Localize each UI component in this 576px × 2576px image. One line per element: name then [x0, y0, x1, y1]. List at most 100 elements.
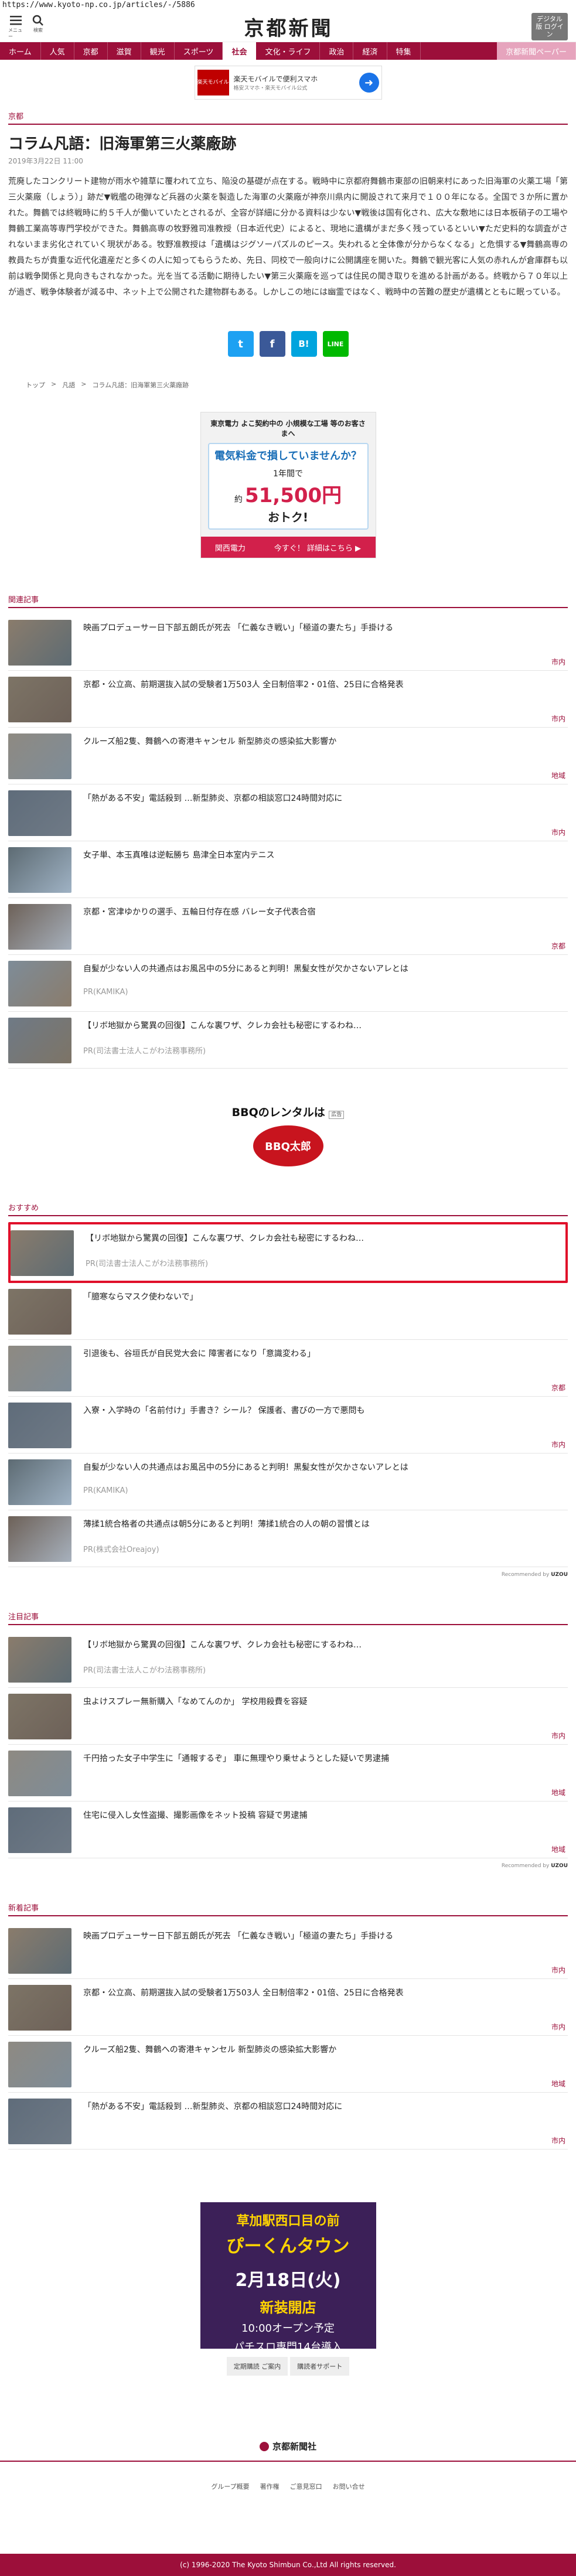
- article-title-link[interactable]: クルーズ船2隻、舞鶴への寄港キャンセル 新型肺炎の感染拡大影響か: [83, 2042, 336, 2056]
- category-tag[interactable]: 地域: [551, 770, 565, 780]
- article-title-link[interactable]: 「臆寒ならマスク使わないで」: [83, 1289, 198, 1303]
- nav-item[interactable]: ホーム: [0, 42, 41, 60]
- article-title-link[interactable]: 映画プロデューサー日下部五朗氏が死去 「仁義なき戦い」「極道の妻たち」手掛ける: [83, 1928, 393, 1942]
- article-title-link[interactable]: 京都・公立高、前期選抜入試の受験者1万503人 全日制倍率2・01倍、25日に合…: [83, 1985, 404, 1999]
- article-row[interactable]: 虫よけスプレー無新購入「なめてんのか」 学校用殺費を容疑市内: [8, 1688, 568, 1745]
- top-banner-ad[interactable]: 楽天モバイル 楽天モバイルで便利スマホ 格安スマホ・楽天モバイル公式 ➜: [194, 66, 382, 100]
- category-tag[interactable]: 市内: [551, 1439, 565, 1449]
- article-title-link[interactable]: 京都・公立高、前期選抜入試の受験者1万503人 全日制倍率2・01倍、25日に合…: [83, 677, 404, 691]
- nav-item[interactable]: 特集: [387, 42, 421, 60]
- digital-login-button[interactable]: デジタル版 ログイン: [531, 13, 568, 40]
- nav-item[interactable]: 経済: [353, 42, 387, 60]
- article-title-link[interactable]: 自髪が少ない人の共通点はお風呂中の5分にあると判明！黒髪女性が欠かさないアレとは: [83, 1459, 408, 1473]
- breadcrumb-item[interactable]: 凡語: [62, 380, 75, 390]
- category-tag[interactable]: 市内: [551, 1731, 565, 1741]
- article-row[interactable]: 【リボ地獄から驚異の回復】こんな裏ワザ、クレカ会社も秘密にするわね… PR(司法書…: [8, 1012, 568, 1069]
- article-row[interactable]: 「臆寒ならマスク使わないで」: [8, 1283, 568, 1340]
- menu-button[interactable]: メニュー: [8, 14, 23, 40]
- article-title-link[interactable]: クルーズ船2隻、舞鶴への寄港キャンセル 新型肺炎の感染拡大影響か: [83, 733, 336, 748]
- nav-item[interactable]: スポーツ: [175, 42, 223, 60]
- category-tag[interactable]: 市内: [551, 1965, 565, 1975]
- article-thumbnail: [8, 1018, 71, 1063]
- mid-display-ad[interactable]: 東京電力 よこ契約中の 小規模な工場 等のお客さまへ 電気料金で損していませんか…: [200, 412, 376, 558]
- article-row[interactable]: 入寮・入学時の「名前付け」手書き？シール？ 保護者、書びの一方で悪問も市内: [8, 1397, 568, 1454]
- article-title-link[interactable]: 女子単、本玉真唯は逆転勝ち 島津全日本室内テニス: [83, 847, 274, 861]
- nav-item[interactable]: 京都: [74, 42, 108, 60]
- article-title-link[interactable]: 【リボ地獄から驚異の回復】こんな裏ワザ、クレカ会社も秘密にするわね…: [86, 1230, 364, 1244]
- article-title-link[interactable]: 引退後も、谷垣氏が自民党大会に 障害者になり「意識変わる」: [83, 1346, 315, 1360]
- category-tag[interactable]: 地域: [551, 2079, 565, 2089]
- category-tag[interactable]: 市内: [551, 827, 565, 837]
- article-row[interactable]: 住宅に侵入し女性盗撮、撮影画像をネット投稿 容疑で男逮捕地域: [8, 1802, 568, 1858]
- pachinko-ad-line-2: ぴーくんタウン: [226, 2236, 350, 2257]
- facebook-share-button[interactable]: f: [259, 331, 285, 357]
- article-title-link[interactable]: 【リボ地獄から驚異の回復】こんな裏ワザ、クレカ会社も秘密にするわね…: [83, 1637, 362, 1651]
- article-row[interactable]: 京都・宮津ゆかりの選手、五輪日付存在感 バレー女子代表合宿京都: [8, 898, 568, 955]
- hatena-share-button[interactable]: B!: [291, 331, 317, 357]
- article-title-link[interactable]: 映画プロデューサー日下部五朗氏が死去 「仁義なき戦い」「極道の妻たち」手掛ける: [83, 620, 393, 634]
- footer-nav-link[interactable]: 著作権: [260, 2482, 280, 2491]
- article-row[interactable]: 【リボ地獄から驚異の回復】こんな裏ワザ、クレカ会社も秘密にするわね… PR(司法書…: [8, 1222, 568, 1283]
- category-tag[interactable]: 市内: [551, 657, 565, 667]
- article-row[interactable]: 女子単、本玉真唯は逆転勝ち 島津全日本室内テニス: [8, 841, 568, 898]
- subscription-link[interactable]: 定期購読 ご案内: [226, 2357, 288, 2376]
- mid-ad-cta[interactable]: 今すぐ！ 詳細はこちら ▶: [274, 542, 361, 553]
- article-row[interactable]: 【リボ地獄から驚異の回復】こんな裏ワザ、クレカ会社も秘密にするわね… PR(司法書…: [8, 1631, 568, 1688]
- article-title-link[interactable]: 千円拾った女子中学生に「通報するぞ」 車に無理やり乗せようとした疑いで男逮捕: [83, 1751, 389, 1765]
- category-tag[interactable]: 市内: [551, 2135, 565, 2145]
- nav-item[interactable]: 文化・ライフ: [256, 42, 321, 60]
- category-tag[interactable]: 地域: [551, 1844, 565, 1854]
- article-row[interactable]: 映画プロデューサー日下部五朗氏が死去 「仁義なき戦い」「極道の妻たち」手掛ける市…: [8, 614, 568, 671]
- article-row[interactable]: 薄揉1統合格者の共通点は朝5分にあると判明！薄揉1統合の人の朝の習慣とは PR(株…: [8, 1510, 568, 1567]
- section-label[interactable]: 京都: [8, 108, 568, 121]
- article-title-link[interactable]: 虫よけスプレー無新購入「なめてんのか」 学校用殺費を容疑: [83, 1694, 307, 1708]
- article-row[interactable]: 京都・公立高、前期選抜入試の受験者1万503人 全日制倍率2・01倍、25日に合…: [8, 671, 568, 728]
- line-share-button[interactable]: LINE: [322, 331, 349, 357]
- site-logo[interactable]: 京都新聞: [244, 12, 333, 41]
- article-title-link[interactable]: 京都・宮津ゆかりの選手、五輪日付存在感 バレー女子代表合宿: [83, 904, 315, 918]
- arrow-right-icon[interactable]: ➜: [359, 73, 379, 93]
- support-link[interactable]: 購読者サポート: [290, 2357, 350, 2376]
- article-row[interactable]: 引退後も、谷垣氏が自民党大会に 障害者になり「意識変わる」京都: [8, 1340, 568, 1397]
- ad-line-2: 格安スマホ・楽天モバイル公式: [233, 86, 308, 91]
- footer-nav-link[interactable]: グループ概要: [211, 2482, 249, 2491]
- article-title-link[interactable]: 薄揉1統合格者の共通点は朝5分にあると判明！薄揉1統合の人の朝の習慣とは: [83, 1516, 370, 1530]
- article-title-link[interactable]: 「熱がある不安」電話殺到 …新型肺炎、京都の相談窓口24時間対応に: [83, 2099, 342, 2113]
- nav-item[interactable]: 政治: [320, 42, 354, 60]
- breadcrumb-item[interactable]: トップ: [26, 380, 45, 390]
- article-title-link[interactable]: 入寮・入学時の「名前付け」手書き？シール？ 保護者、書びの一方で悪問も: [83, 1403, 364, 1417]
- footer-nav-link[interactable]: お問い合せ: [333, 2482, 365, 2491]
- article-title-link[interactable]: 住宅に侵入し女性盗撮、撮影画像をネット投稿 容疑で男逮捕: [83, 1807, 307, 1821]
- nav-item[interactable]: 滋賀: [108, 42, 141, 60]
- article-title-link[interactable]: 自髪が少ない人の共通点はお風呂中の5分にあると判明！黒髪女性が欠かさないアレとは: [83, 961, 408, 975]
- category-tag[interactable]: 市内: [551, 714, 565, 724]
- nav-item[interactable]: 人気: [41, 42, 74, 60]
- article-row[interactable]: 自髪が少ない人の共通点はお風呂中の5分にあると判明！黒髪女性が欠かさないアレとは…: [8, 1454, 568, 1510]
- article-title-link[interactable]: 「熱がある不安」電話殺到 …新型肺炎、京都の相談窓口24時間対応に: [83, 790, 342, 804]
- category-tag[interactable]: 地域: [551, 1787, 565, 1797]
- pachinko-ad[interactable]: 草加駅西口目の前 ぴーくんタウン 2月18日(火) 新装開店 10:00オープン…: [200, 2202, 376, 2353]
- article-thumbnail: [11, 1230, 74, 1276]
- article-row[interactable]: クルーズ船2隻、舞鶴への寄港キャンセル 新型肺炎の感染拡大影響か地域: [8, 728, 568, 784]
- nav-item[interactable]: 社会: [223, 42, 257, 60]
- url-bar[interactable]: https://www.kyoto-np.co.jp/articles/-/58…: [0, 0, 576, 12]
- twitter-share-button[interactable]: t: [227, 331, 254, 357]
- footer-nav-link[interactable]: ご意見窓口: [290, 2482, 322, 2491]
- article-row[interactable]: 映画プロデューサー日下部五朗氏が死去 「仁義なき戦い」「極道の妻たち」手掛ける市…: [8, 1922, 568, 1979]
- article-row[interactable]: 「熱がある不安」電話殺到 …新型肺炎、京都の相談窓口24時間対応に市内: [8, 2093, 568, 2149]
- category-tag[interactable]: 京都: [551, 1383, 565, 1393]
- article-row[interactable]: 千円拾った女子中学生に「通報するぞ」 車に無理やり乗せようとした疑いで男逮捕地域: [8, 1745, 568, 1802]
- article-row[interactable]: クルーズ船2隻、舞鶴への寄港キャンセル 新型肺炎の感染拡大影響か地域: [8, 2036, 568, 2093]
- nav-item[interactable]: 観光: [141, 42, 175, 60]
- article-row[interactable]: 自髪が少ない人の共通点はお風呂中の5分にあると判明！黒髪女性が欠かさないアレとは…: [8, 955, 568, 1012]
- bbq-ad[interactable]: BBQのレンタルは 広告 BBQ太郎: [230, 1104, 347, 1166]
- category-tag[interactable]: 市内: [551, 2022, 565, 2032]
- footer-logo[interactable]: 京都新聞社: [0, 2440, 576, 2452]
- article-row[interactable]: 「熱がある不安」電話殺到 …新型肺炎、京都の相談窓口24時間対応に市内: [8, 784, 568, 841]
- category-tag[interactable]: 京都: [551, 941, 565, 951]
- search-button[interactable]: 検索: [30, 14, 46, 40]
- nav-item-paper[interactable]: 京都新聞ペーパー: [497, 42, 576, 60]
- article-row[interactable]: 京都・公立高、前期選抜入試の受験者1万503人 全日制倍率2・01倍、25日に合…: [8, 1979, 568, 2036]
- article-title-link[interactable]: 【リボ地獄から驚異の回復】こんな裏ワザ、クレカ会社も秘密にするわね…: [83, 1018, 362, 1032]
- breadcrumb-item[interactable]: コラム凡語：旧海軍第三火薬廠跡: [92, 380, 189, 390]
